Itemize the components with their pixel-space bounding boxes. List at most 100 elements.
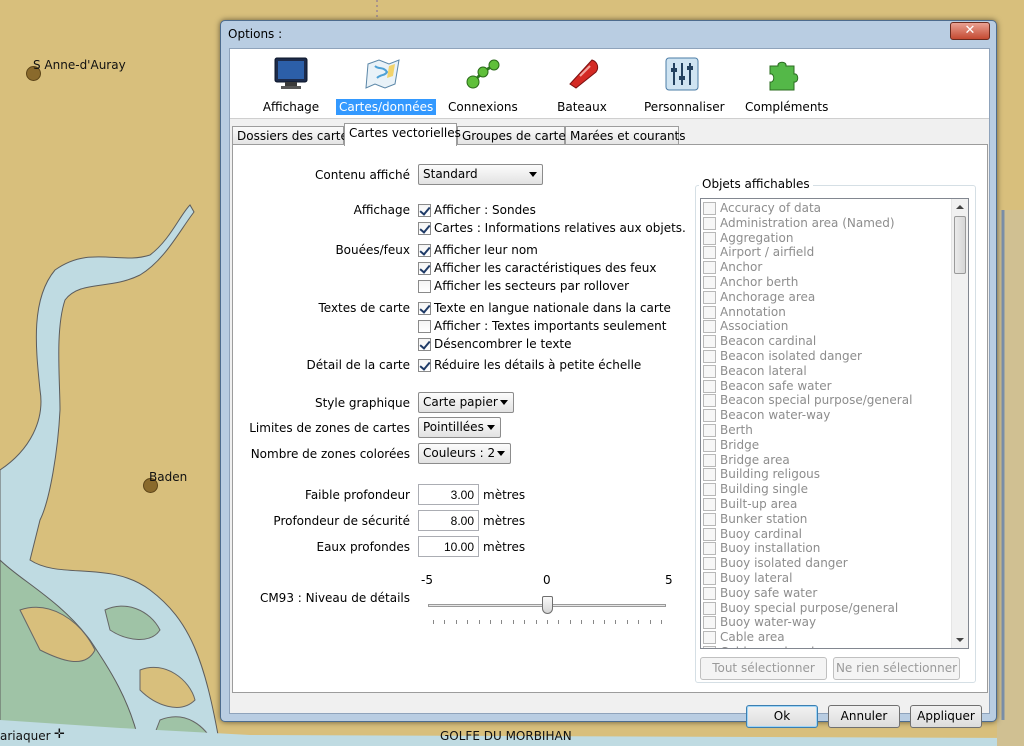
list-item-checkbox[interactable] xyxy=(703,276,716,289)
list-item-checkbox[interactable] xyxy=(703,350,716,363)
contenu-select[interactable]: Standard xyxy=(418,164,543,185)
tab-marees-et-courants[interactable]: Marées et courants xyxy=(565,126,686,145)
style-select[interactable]: Carte papier xyxy=(418,392,514,413)
list-item-checkbox[interactable] xyxy=(703,512,716,526)
limites-label: Limites de zones de cartes xyxy=(249,421,410,435)
select-all-button[interactable]: Tout sélectionner xyxy=(700,657,827,680)
list-item-checkbox[interactable] xyxy=(703,557,716,571)
toolbar-connexions[interactable]: Connexions xyxy=(445,54,520,115)
toolbar-bateaux[interactable]: Bateaux xyxy=(547,54,617,115)
list-item-label: Beacon cardinal xyxy=(720,334,817,349)
checkbox-reduire-box[interactable] xyxy=(418,359,431,372)
tab-groupes-de-cartes[interactable]: Groupes de cartes xyxy=(457,126,572,145)
list-item-checkbox[interactable] xyxy=(703,379,716,393)
slider-tick xyxy=(592,620,594,624)
scroll-down-icon[interactable] xyxy=(956,638,964,642)
limites-select[interactable]: Pointillées xyxy=(418,417,501,438)
toolbar-personnaliser-label: Personnaliser xyxy=(644,100,725,114)
select-none-button[interactable]: Ne rien sélectionner xyxy=(833,657,960,680)
list-item-checkbox[interactable] xyxy=(703,246,716,260)
checkbox-secteurs-box[interactable] xyxy=(418,280,431,293)
slider-tick xyxy=(547,620,548,624)
cm93-label: CM93 : Niveau de détails xyxy=(259,591,410,605)
ok-button[interactable]: Ok xyxy=(746,705,818,728)
list-item-checkbox[interactable] xyxy=(703,453,716,467)
slider-thumb[interactable] xyxy=(542,596,553,614)
sliders-icon xyxy=(665,57,699,91)
list-item-checkbox[interactable] xyxy=(703,305,716,319)
list-item-checkbox[interactable] xyxy=(703,498,716,511)
list-item-checkbox[interactable] xyxy=(703,468,716,482)
checkbox-infos-box[interactable] xyxy=(418,222,431,235)
scroll-up-icon[interactable] xyxy=(956,205,964,209)
list-item-checkbox[interactable] xyxy=(703,527,716,541)
list-item-label: Buoy special purpose/general xyxy=(720,600,899,615)
list-item-checkbox[interactable] xyxy=(703,394,716,408)
checkbox-langue-box[interactable] xyxy=(418,302,431,315)
list-item-label: Bridge area xyxy=(720,452,790,467)
securite-label: Profondeur de sécurité xyxy=(273,514,410,528)
checkbox-importants-label: Afficher : Textes importants seulement xyxy=(434,319,667,333)
objects-list[interactable]: Accuracy of data Administration area (Nam… xyxy=(700,198,969,649)
checkbox-caract-box[interactable] xyxy=(418,262,431,275)
tab-dossiers-des-cartes[interactable]: Dossiers des cartes xyxy=(232,126,354,145)
close-button[interactable]: ✕ xyxy=(950,22,990,40)
list-item-checkbox[interactable] xyxy=(703,424,716,437)
list-item-checkbox[interactable] xyxy=(703,438,716,452)
slider-tick xyxy=(649,620,651,624)
cm93-detail-slider[interactable] xyxy=(428,592,666,628)
tab-cartes-vectorielles[interactable]: Cartes vectorielles xyxy=(344,123,461,146)
checkbox-caract-label: Afficher les caractéristiques des feux xyxy=(434,261,657,275)
faible-input[interactable] xyxy=(418,484,479,505)
list-item-label: Aggregation xyxy=(720,230,794,245)
nombre-select[interactable]: Couleurs : 2 xyxy=(418,443,511,464)
list-item-label: Anchor berth xyxy=(720,275,799,289)
list-item-checkbox[interactable] xyxy=(703,601,716,615)
list-item-label: Anchor xyxy=(720,260,763,275)
list-item-checkbox[interactable] xyxy=(703,646,716,648)
affichage-label: Affichage xyxy=(353,203,410,217)
style-select-value: Carte papier xyxy=(423,395,498,409)
checkbox-sondes-box[interactable] xyxy=(418,204,431,217)
list-item-checkbox[interactable] xyxy=(703,616,716,630)
toolbar-affichage[interactable]: Affichage xyxy=(256,54,326,115)
list-item-checkbox[interactable] xyxy=(703,290,716,304)
list-item-checkbox[interactable] xyxy=(703,261,716,275)
cancel-button[interactable]: Annuler xyxy=(828,705,900,728)
slider-tick xyxy=(512,620,514,624)
list-item-checkbox[interactable] xyxy=(703,216,716,230)
checkbox-reduire-label: Réduire les détails à petite échelle xyxy=(434,358,642,372)
list-item-checkbox[interactable] xyxy=(703,631,716,645)
close-icon: ✕ xyxy=(964,23,976,38)
list-item-checkbox[interactable] xyxy=(703,364,716,378)
toolbar-cartes[interactable]: Cartes/données xyxy=(336,54,437,115)
checkbox-importants-box[interactable] xyxy=(418,320,431,333)
list-item-checkbox[interactable] xyxy=(703,586,716,600)
list-item-checkbox[interactable] xyxy=(703,483,716,497)
list-item-checkbox[interactable] xyxy=(703,320,716,334)
list-item-checkbox[interactable] xyxy=(703,231,716,245)
textes-label: Textes de carte xyxy=(318,301,410,315)
list-item-label: Berth xyxy=(720,423,753,437)
toolbar-personnaliser[interactable]: Personnaliser xyxy=(641,54,725,115)
list-item-checkbox[interactable] xyxy=(703,542,716,556)
connections-icon xyxy=(466,59,499,89)
scrollbar-thumb[interactable] xyxy=(954,216,966,274)
list-item-checkbox[interactable] xyxy=(703,572,716,585)
list-item-label: Bridge xyxy=(720,437,760,452)
map-label-golfe: GOLFE DU MORBIHAN xyxy=(440,729,572,743)
securite-input[interactable] xyxy=(418,510,479,531)
eaux-input[interactable] xyxy=(418,536,479,557)
options-dialog: Options : ✕ Affichage Cartes/données Con… xyxy=(220,20,997,728)
checkbox-secteurs-label: Afficher les secteurs par rollover xyxy=(434,279,630,293)
apply-button[interactable]: Appliquer xyxy=(910,705,982,728)
chevron-down-icon xyxy=(487,425,495,430)
list-item-checkbox[interactable] xyxy=(703,335,716,349)
list-item-checkbox[interactable] xyxy=(703,409,716,423)
toolbar-complements[interactable]: Compléments xyxy=(742,54,828,115)
dialog-titlebar[interactable]: Options : ✕ xyxy=(221,21,996,47)
objects-list-scrollbar[interactable] xyxy=(951,199,968,648)
checkbox-desencombrer-box[interactable] xyxy=(418,338,431,351)
checkbox-nom-box[interactable] xyxy=(418,244,431,257)
list-item-checkbox[interactable] xyxy=(703,202,716,215)
